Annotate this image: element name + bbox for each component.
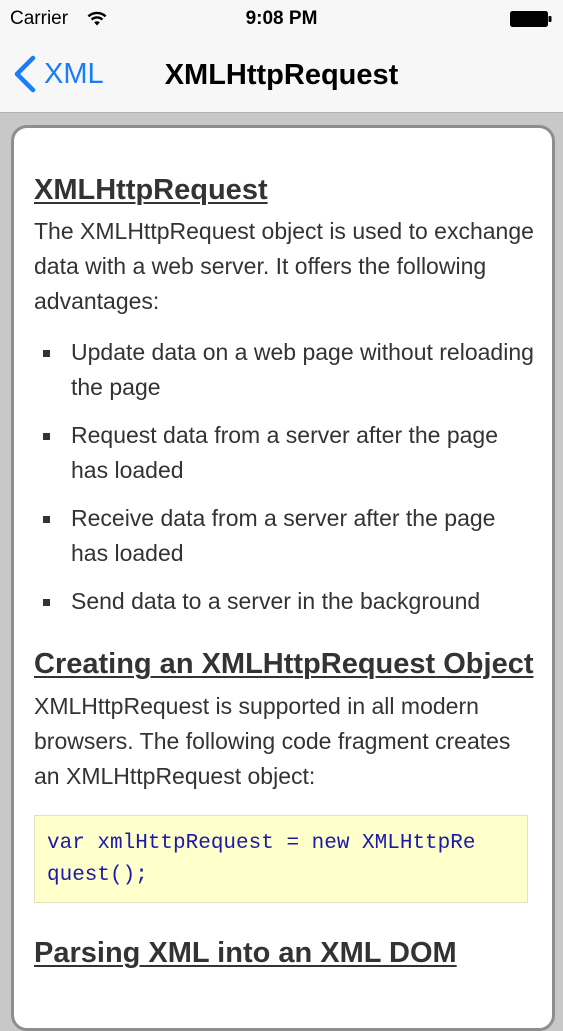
article-content: XMLHttpRequest The XMLHttpRequest object… (34, 172, 534, 969)
battery-icon (510, 11, 552, 27)
list-item: Update data on a web page without reload… (34, 335, 534, 405)
code-line: var xmlHttpRequest = new XMLHttpRe (47, 832, 476, 855)
code-line: quest(); (47, 864, 148, 887)
article-heading: XMLHttpRequest (34, 174, 268, 206)
list-item: Request data from a server after the pag… (34, 418, 534, 488)
code-block: var xmlHttpRequest = new XMLHttpRe quest(… (34, 815, 528, 903)
status-time: 9:08 PM (245, 8, 318, 29)
list-item: Send data to a server in the background (34, 584, 534, 619)
content-card: XMLHttpRequest The XMLHttpRequest object… (11, 125, 555, 1031)
section-heading-parsing: Parsing XML into an XML DOM (34, 937, 457, 969)
list-item-text: Receive data from a server after the pag… (71, 505, 496, 566)
navigation-bar: XML XMLHttpRequest (0, 38, 563, 113)
bullet-icon (43, 350, 50, 357)
advantages-list: Update data on a web page without reload… (34, 335, 534, 619)
list-item-text: Send data to a server in the background (71, 588, 481, 614)
intro-paragraph: The XMLHttpRequest object is used to exc… (34, 218, 534, 314)
creating-paragraph: XMLHttpRequest is supported in all moder… (34, 693, 511, 789)
section-heading-creating: Creating an XMLHttpRequest Object (34, 648, 534, 680)
status-bar: Carrier 9:08 PM (0, 0, 563, 38)
list-item-text: Request data from a server after the pag… (71, 422, 499, 483)
bullet-icon (43, 433, 50, 440)
bullet-icon (43, 599, 50, 606)
page-title: XMLHttpRequest (164, 59, 399, 91)
list-item: Receive data from a server after the pag… (34, 501, 534, 571)
list-item-text: Update data on a web page without reload… (71, 339, 534, 400)
bullet-icon (43, 516, 50, 523)
